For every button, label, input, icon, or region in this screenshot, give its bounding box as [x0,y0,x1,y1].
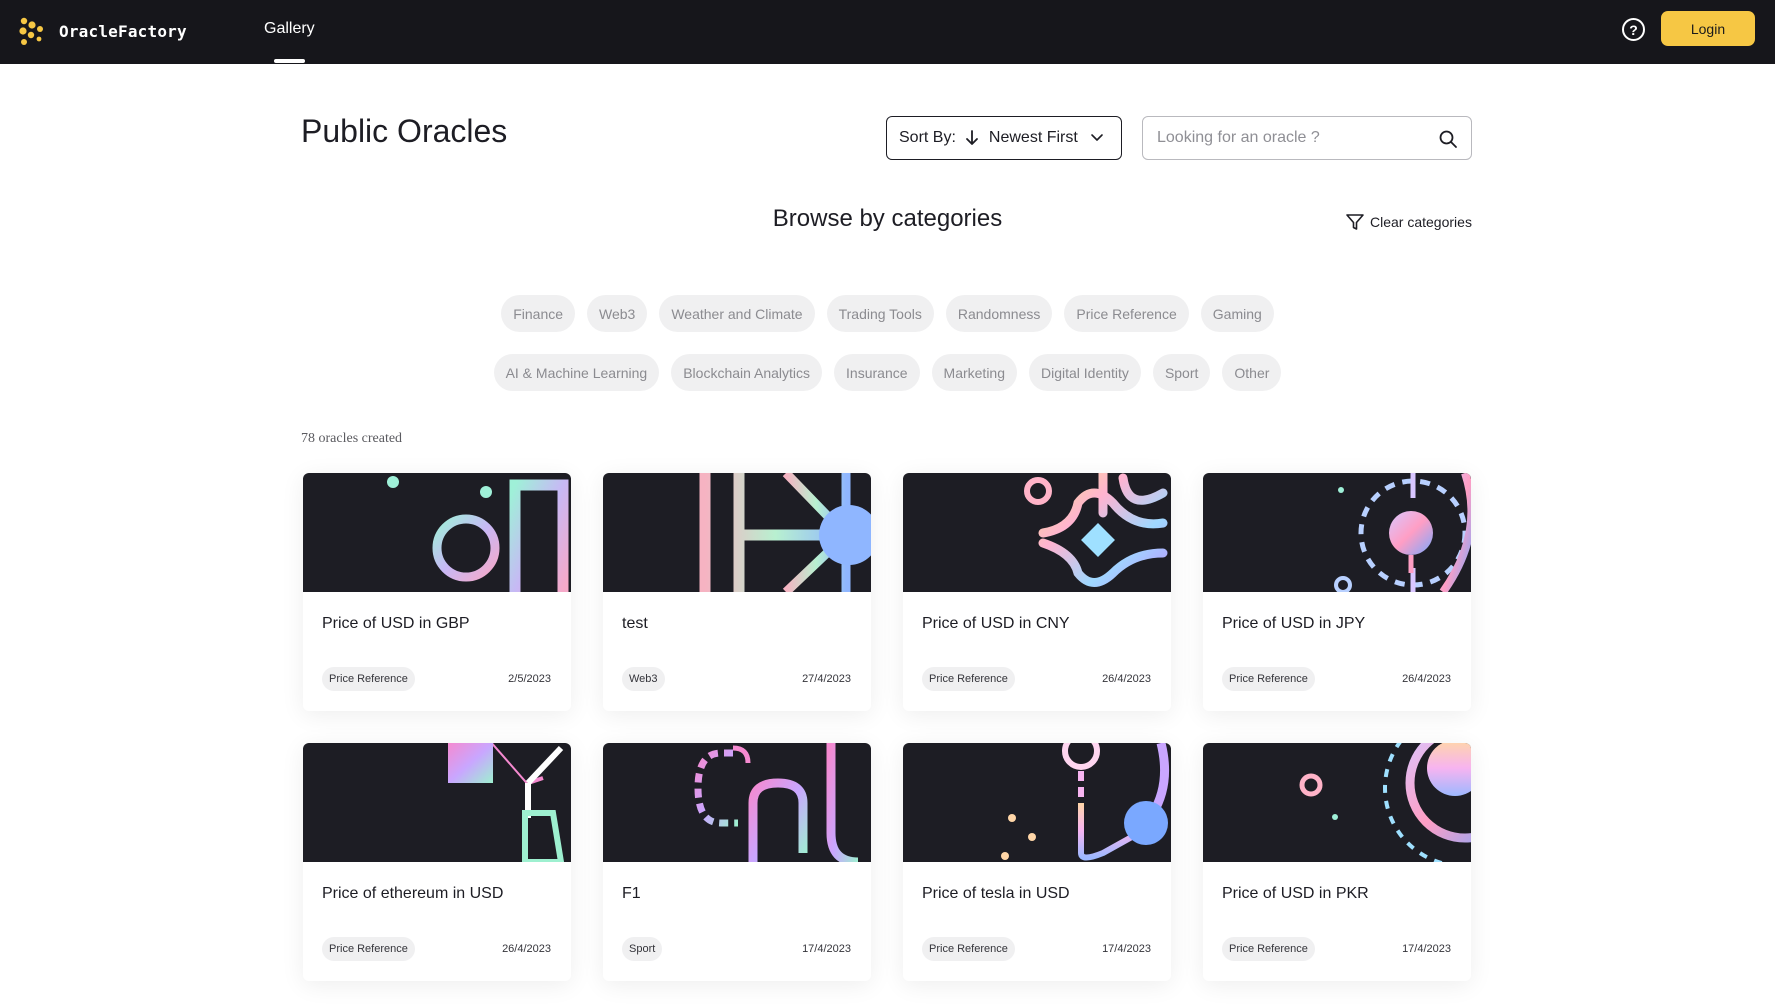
oracle-card-category-badge: Price Reference [922,667,1015,691]
oracle-card-title: Price of USD in CNY [922,615,1070,632]
category-chip-web3[interactable]: Web3 [587,295,648,332]
category-chip-insurance[interactable]: Insurance [834,354,920,391]
browse-categories-heading: Browse by categories [772,205,1003,232]
category-chip-price-reference[interactable]: Price Reference [1064,295,1189,332]
oracle-card[interactable]: Price of USD in PKR Price Reference 17/4… [1203,743,1471,981]
category-chips-row-1: Finance Web3 Weather and Climate Trading… [0,295,1775,332]
category-chip-weather-and-climate[interactable]: Weather and Climate [659,295,815,332]
oracle-card[interactable]: Price of USD in CNY Price Reference 26/4… [903,473,1171,711]
oracle-card-date: 26/4/2023 [1102,673,1151,685]
search-input[interactable] [1157,117,1427,159]
category-chip-gaming[interactable]: Gaming [1200,295,1274,332]
chevron-down-icon [1091,134,1103,141]
oracle-card-title: Price of ethereum in USD [322,885,504,902]
brand[interactable]: OracleFactory [18,16,187,46]
category-chip-marketing[interactable]: Marketing [931,354,1017,391]
oracle-card-category-badge: Web3 [622,667,665,691]
category-chip-sport[interactable]: Sport [1152,354,1211,391]
filter-icon [1346,214,1364,230]
clear-categories-button[interactable]: Clear categories [1345,212,1472,232]
oracle-card-category-badge: Price Reference [322,937,415,961]
clear-categories-label: Clear categories [1370,214,1472,230]
oracle-card-artwork [903,743,1171,862]
oracle-card-artwork [303,473,571,592]
oracle-card-date: 2/5/2023 [508,673,551,685]
search-box [1142,116,1472,160]
oracle-card-title: Price of USD in JPY [1222,615,1366,632]
oracle-card-title: Price of USD in GBP [322,615,470,632]
oracle-card-category-badge: Price Reference [1222,937,1315,961]
active-tab-indicator [274,59,305,63]
category-chips-row-2: AI & Machine Learning Blockchain Analyti… [0,354,1775,391]
oracle-card-category-badge: Sport [622,937,663,961]
top-nav-bar: OracleFactory Gallery ? Login [0,0,1775,64]
oraclefactory-logo-icon [19,17,43,45]
oracle-card-date: 26/4/2023 [502,943,551,955]
oracle-card-title: F1 [622,885,641,902]
oracle-card-title: Price of tesla in USD [922,885,1070,902]
category-chip-randomness[interactable]: Randomness [945,295,1053,332]
oracle-card-artwork [903,473,1171,592]
oracle-card[interactable]: Price of USD in JPY Price Reference 26/4… [1203,473,1471,711]
oracle-card[interactable]: Price of USD in GBP Price Reference 2/5/… [303,473,571,711]
oracle-card-title: Price of USD in PKR [1222,885,1369,902]
oracle-card-date: 26/4/2023 [1402,673,1451,685]
oracle-card-artwork [303,743,571,862]
oracle-card-artwork [603,473,871,592]
oracle-card-date: 17/4/2023 [1402,943,1451,955]
oracle-card-artwork [603,743,871,862]
sort-label: Sort By: [899,129,956,146]
category-chip-ai-machine-learning[interactable]: AI & Machine Learning [493,354,660,391]
login-button[interactable]: Login [1661,11,1755,46]
category-chip-digital-identity[interactable]: Digital Identity [1029,354,1141,391]
category-chip-other[interactable]: Other [1222,354,1282,391]
sort-value: Newest First [988,129,1078,146]
oracle-card[interactable]: test Web3 27/4/2023 [603,473,871,711]
category-chip-finance[interactable]: Finance [501,295,576,332]
oracle-card-category-badge: Price Reference [922,937,1015,961]
search-icon[interactable] [1438,129,1458,149]
brand-name: OracleFactory [59,21,187,41]
oracle-card-artwork [1203,473,1471,592]
oracle-card[interactable]: Price of tesla in USD Price Reference 17… [903,743,1171,981]
oracle-card[interactable]: F1 Sport 17/4/2023 [603,743,871,981]
oracle-card-date: 17/4/2023 [1102,943,1151,955]
nav-gallery-link[interactable]: Gallery [264,20,315,38]
oracle-card-artwork [1203,743,1471,862]
oracle-card-category-badge: Price Reference [1222,667,1315,691]
page-title: Public Oracles [301,113,508,149]
help-icon[interactable]: ? [1622,18,1645,41]
oracle-count: 78 oracles created [301,431,403,446]
oracle-card-title: test [622,615,648,632]
oracle-card-date: 17/4/2023 [802,943,851,955]
category-chip-blockchain-analytics[interactable]: Blockchain Analytics [671,354,823,391]
category-chip-trading-tools[interactable]: Trading Tools [826,295,934,332]
oracle-card[interactable]: Price of ethereum in USD Price Reference… [303,743,571,981]
oracle-card-date: 27/4/2023 [802,673,851,685]
oracle-card-category-badge: Price Reference [322,667,415,691]
sort-dropdown[interactable]: Sort By: Newest First [886,116,1122,160]
arrow-down-icon [966,130,978,145]
